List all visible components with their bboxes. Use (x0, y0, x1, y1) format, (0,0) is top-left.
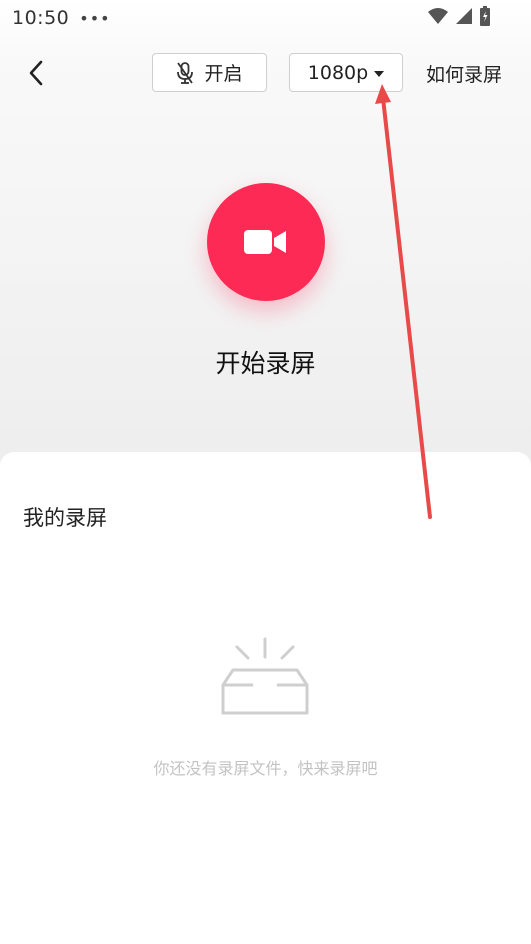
start-recording-label: 开始录屏 (215, 349, 316, 378)
status-time: 10:50 (12, 7, 70, 29)
empty-state-message: 你还没有录屏文件，快来录屏吧 (153, 759, 378, 778)
signal-icon (456, 8, 472, 24)
microphone-toggle-button[interactable]: 开启 (152, 53, 267, 92)
battery-icon (480, 6, 490, 26)
back-button[interactable] (22, 58, 50, 88)
microphone-toggle-label: 开启 (204, 63, 243, 85)
wifi-icon (428, 8, 448, 24)
status-bar: 10:50 ••• (0, 0, 531, 36)
resolution-label: 1080p (307, 61, 369, 84)
mic-off-icon (177, 61, 194, 84)
caret-down-icon (374, 70, 385, 77)
resolution-dropdown[interactable]: 1080p (289, 53, 403, 92)
chevron-left-icon (29, 60, 43, 86)
status-more-dots: ••• (79, 8, 111, 28)
my-recordings-panel: 我的录屏 你还没有录屏文件，快来录屏吧 (0, 452, 531, 944)
video-camera-icon (244, 230, 286, 254)
my-recordings-title: 我的录屏 (23, 506, 107, 530)
how-to-record-link[interactable]: 如何录屏 (426, 60, 502, 87)
status-icons (427, 6, 491, 26)
empty-box-icon (221, 637, 309, 715)
start-recording-button[interactable] (207, 183, 325, 301)
